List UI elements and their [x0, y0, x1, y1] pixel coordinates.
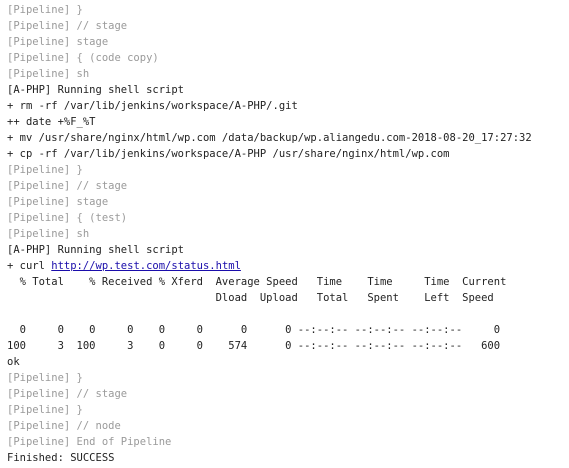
console-log-line: Finished: SUCCESS [7, 452, 115, 464]
pipeline-log-line: [Pipeline] End of Pipeline [7, 436, 172, 448]
console-log-line: Dload Upload Total Spent Left Speed [7, 292, 494, 304]
console-log-line: 100 3 100 3 0 0 574 0 --:--:-- --:--:-- … [7, 340, 501, 352]
pipeline-log-line: [Pipeline] // stage [7, 20, 128, 32]
pipeline-log-line: [Pipeline] } [7, 164, 83, 176]
pipeline-log-line: [Pipeline] stage [7, 36, 109, 48]
status-url-link[interactable]: http://wp.test.com/status.html [51, 260, 241, 272]
pipeline-log-line: [Pipeline] } [7, 404, 83, 416]
console-log-line: + rm -rf /var/lib/jenkins/workspace/A-PH… [7, 100, 298, 112]
console-log-line: % Total % Received % Xferd Average Speed… [7, 276, 507, 288]
pipeline-log-line: [Pipeline] { (test) [7, 212, 128, 224]
pipeline-log-line: [Pipeline] stage [7, 196, 109, 208]
console-log-line: ok [7, 356, 20, 368]
console-log-line [7, 306, 567, 322]
console-log-line: [A-PHP] Running shell script [7, 84, 185, 96]
console-log-line: + cp -rf /var/lib/jenkins/workspace/A-PH… [7, 148, 450, 160]
console-log-line: 0 0 0 0 0 0 0 0 --:--:-- --:--:-- --:--:… [7, 324, 501, 336]
console-log-line: ++ date +%F_%T [7, 116, 96, 128]
pipeline-log-line: [Pipeline] // stage [7, 388, 128, 400]
console-log-line: + curl http://wp.test.com/status.html [7, 258, 567, 274]
command-prefix: + curl [7, 260, 52, 272]
pipeline-log-line: [Pipeline] } [7, 372, 83, 384]
pipeline-log-line: [Pipeline] { (code copy) [7, 52, 159, 64]
console-log-line: [A-PHP] Running shell script [7, 244, 185, 256]
pipeline-log-line: [Pipeline] // node [7, 420, 121, 432]
pipeline-log-line: [Pipeline] sh [7, 68, 90, 80]
pipeline-log-line: [Pipeline] // stage [7, 180, 128, 192]
pipeline-log-line: [Pipeline] } [7, 4, 83, 16]
pipeline-log-line: [Pipeline] sh [7, 228, 90, 240]
console-output: [Pipeline] } [Pipeline] // stage [Pipeline… [7, 2, 567, 466]
console-log-line: + mv /usr/share/nginx/html/wp.com /data/… [7, 132, 532, 144]
